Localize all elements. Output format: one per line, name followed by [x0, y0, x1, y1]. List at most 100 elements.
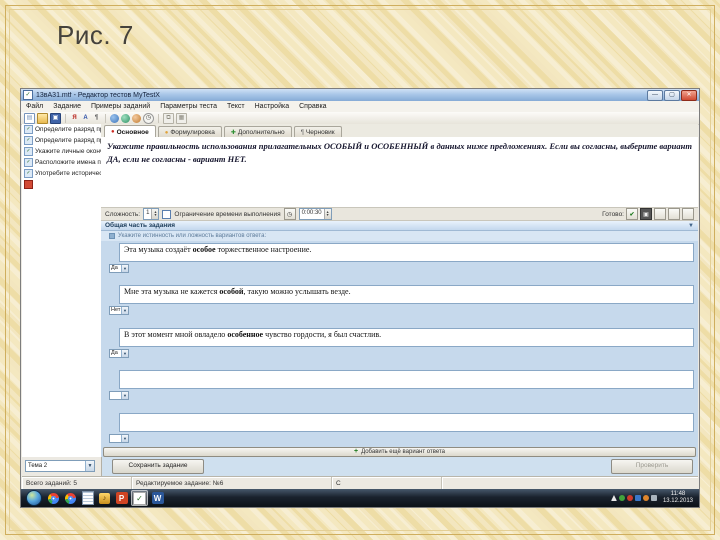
tray-red-icon[interactable]: [626, 495, 633, 501]
tray-network-icon[interactable]: [650, 495, 657, 501]
task-list-item-current[interactable]: [22, 179, 101, 190]
add-answer-button[interactable]: + Добавить ещё вариант ответа: [103, 447, 696, 457]
extra-button[interactable]: [654, 208, 666, 220]
save-icon[interactable]: ▣: [50, 112, 61, 124]
answer-text-field[interactable]: В этот момент мной овладело особенное чу…: [119, 328, 694, 347]
green-plus-icon: ✚: [230, 129, 236, 136]
close-button[interactable]: ✕: [681, 89, 697, 101]
tray-blue-icon[interactable]: [634, 495, 641, 501]
orange-dot-icon: ●: [164, 129, 169, 136]
ready-check-icon[interactable]: ✔: [626, 208, 638, 220]
taskbar-word[interactable]: W: [150, 491, 165, 505]
powerpoint-icon: P: [115, 492, 128, 504]
toolbar-separator: [105, 113, 106, 123]
taskbar-notepad[interactable]: [80, 491, 95, 505]
paragraph-icon[interactable]: ¶: [92, 114, 101, 123]
answer-truth-dropdown[interactable]: ▼: [109, 391, 129, 400]
chevron-down-icon: ▼: [121, 392, 128, 399]
answer-text-field[interactable]: Мне эта музыка не кажется особой, такую …: [119, 285, 694, 304]
extra-button[interactable]: [668, 208, 680, 220]
answer-truth-dropdown[interactable]: Нет ▼: [109, 306, 129, 315]
taskbar-chrome[interactable]: [63, 491, 78, 505]
figure-caption: Рис. 7: [57, 20, 134, 50]
editor-area: ● Основное ● Формулировка ✚ Дополнительн…: [101, 124, 698, 457]
task-check-icon: ✓: [24, 158, 33, 167]
toolbar-separator: [158, 113, 159, 123]
taskbar-reminder[interactable]: ♪: [97, 491, 112, 505]
extra-button[interactable]: [682, 208, 694, 220]
snapshot-icon[interactable]: ▣: [640, 208, 652, 220]
time-stepper[interactable]: 0:00:30 ▲ ▼: [298, 208, 332, 220]
window-title: 13вА31.mtf - Редактор тестов MyTestX: [36, 91, 160, 99]
bullet-icon: [109, 233, 115, 239]
notepad-icon: [81, 491, 94, 505]
task-check-icon: ✓: [24, 125, 33, 134]
save-task-button[interactable]: Сохранить задание: [112, 459, 204, 474]
new-file-icon[interactable]: ▤: [24, 112, 35, 124]
bottom-panel: Тема 2 ▼ Сохранить задание Проверить: [22, 457, 698, 476]
task-list-item[interactable]: ✓ Определите разряд при…: [22, 135, 101, 146]
answer-text-field[interactable]: [119, 413, 694, 432]
chrome-icon: [48, 492, 59, 504]
answer-truth-dropdown[interactable]: Да ▼: [109, 349, 129, 358]
open-folder-icon[interactable]: [37, 112, 48, 124]
menu-test-params[interactable]: Параметры теста: [160, 103, 217, 110]
copy-icon[interactable]: ⧉: [163, 112, 174, 124]
difficulty-stepper[interactable]: 1 ▲ ▼: [143, 208, 160, 220]
time-limit-label: Ограничение времени выполнения: [174, 210, 281, 218]
taskbar-chrome[interactable]: [46, 491, 61, 505]
app-screenshot: ✓ 13вА31.mtf - Редактор тестов MyTestX —…: [20, 88, 700, 508]
theme-combo[interactable]: Тема 2 ▼: [25, 460, 95, 472]
timer-icon[interactable]: ◷: [283, 208, 296, 220]
gray-dot-icon: ¶: [300, 129, 304, 136]
difficulty-label: Сложность:: [105, 210, 141, 218]
task-check-icon: ✓: [24, 147, 33, 156]
section-header[interactable]: Общая часть задания ▼: [101, 221, 698, 231]
task-list-panel: ✓ Определите разряд при… ✓ Определите ра…: [22, 124, 102, 457]
clock-icon[interactable]: ◷: [143, 112, 154, 124]
menu-settings[interactable]: Настройка: [255, 103, 289, 110]
check-button[interactable]: Проверить: [611, 459, 693, 474]
stepper-arrows-icon[interactable]: ▲ ▼: [151, 209, 159, 219]
paste-icon[interactable]: ▦: [176, 112, 187, 124]
globe-blue-icon[interactable]: [110, 113, 119, 123]
task-list-item[interactable]: ✓ Расположите имена при…: [22, 157, 101, 168]
answers-panel: Эта музыка создаёт особое торжественное …: [101, 241, 698, 447]
task-check-icon: ✓: [24, 169, 33, 178]
font-icon[interactable]: А: [81, 114, 90, 123]
start-orb-icon[interactable]: [26, 490, 42, 506]
taskbar-mytest-active[interactable]: ✓: [131, 490, 148, 506]
answer-text-field[interactable]: Эта музыка создаёт особое торжественное …: [119, 243, 694, 262]
answer-text-field[interactable]: [119, 370, 694, 389]
tray-orange-icon[interactable]: [642, 495, 649, 501]
task-list-item[interactable]: ✓ Укажите личные оконча…: [22, 146, 101, 157]
sidebar-footer: Тема 2 ▼: [22, 457, 102, 476]
task-params-row: Сложность: 1 ▲ ▼ Ограничение времени выпо…: [101, 207, 698, 221]
menu-file[interactable]: Файл: [26, 103, 43, 110]
answer-truth-dropdown[interactable]: Да ▼: [109, 264, 129, 273]
minimize-button[interactable]: —: [647, 89, 663, 101]
chevron-down-icon: ▼: [85, 461, 94, 471]
time-limit-checkbox[interactable]: [162, 209, 172, 219]
ready-label: Готово:: [602, 210, 624, 218]
chevron-down-icon: ▼: [121, 307, 128, 314]
task-list-item[interactable]: ✓ Определите разряд при…: [22, 124, 101, 135]
answer-truth-dropdown[interactable]: ▼: [109, 434, 129, 443]
tray-green-icon[interactable]: [618, 495, 625, 501]
globe-orange-icon[interactable]: [132, 113, 141, 123]
taskbar-powerpoint[interactable]: P: [114, 491, 129, 505]
menu-task[interactable]: Задание: [53, 103, 81, 110]
task-list-item[interactable]: ✓ Употребите исторически…: [22, 168, 101, 179]
collapse-arrow-icon[interactable]: ▼: [688, 223, 694, 229]
tray-arrow-icon[interactable]: [610, 495, 617, 501]
plus-icon: +: [354, 448, 359, 455]
globe-green-icon[interactable]: [121, 113, 130, 123]
menu-text[interactable]: Текст: [227, 103, 245, 110]
stepper-arrows-icon[interactable]: ▲ ▼: [323, 209, 331, 219]
spellcheck-icon[interactable]: Я: [70, 114, 79, 123]
taskbar-clock[interactable]: 11:48 13.12.2013: [659, 491, 697, 505]
maximize-button[interactable]: ▢: [664, 89, 680, 101]
menu-help[interactable]: Справка: [299, 103, 326, 110]
menu-task-examples[interactable]: Примеры заданий: [91, 103, 150, 110]
question-text[interactable]: Укажите правильность использования прила…: [101, 137, 698, 207]
